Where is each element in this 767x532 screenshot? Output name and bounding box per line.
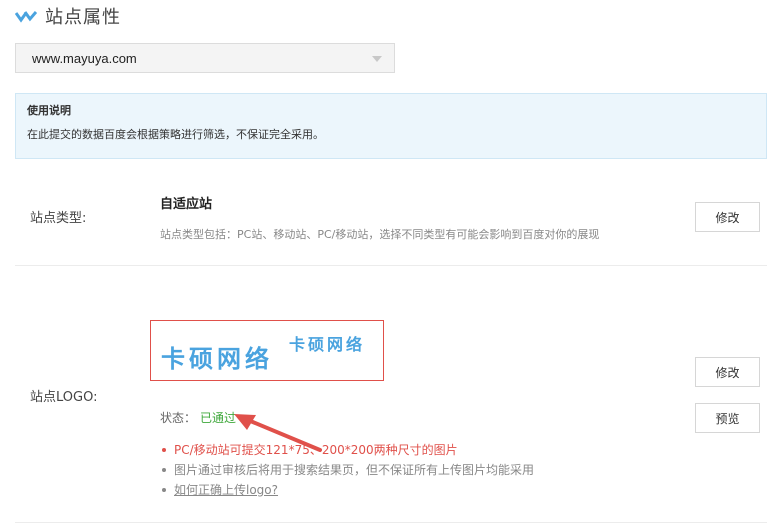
logo-status: 状态： 已通过 — [160, 409, 236, 426]
page-title: 站点属性 — [45, 7, 121, 28]
site-type-value: 自适应站 — [160, 197, 213, 212]
notice-text: 在此提交的数据百度会根据策略进行筛选，不保证完全采用。 — [27, 128, 324, 141]
site-type-description: 站点类型包括：PC站、移动站、PC/移动站，选择不同类型有可能会影响到百度对你的… — [160, 228, 600, 241]
list-item: PC/移动站可提交121*75、200*200两种尺寸的图片 — [160, 440, 534, 460]
site-select-value: www.mayuya.com — [32, 50, 137, 66]
brand-check-icon — [15, 11, 37, 23]
section-divider — [15, 265, 767, 266]
site-logo-label: 站点LOGO: — [30, 390, 98, 405]
site-logo-image: 卡硕网络 卡硕网络 — [150, 320, 384, 381]
logo-help-link[interactable]: 如何正确上传logo? — [174, 483, 278, 497]
list-item: 图片通过审核后将用于搜索结果页，但不保证所有上传图片均能采用 — [160, 460, 534, 480]
section-divider — [15, 522, 767, 523]
chevron-down-icon[interactable] — [372, 56, 382, 62]
site-type-label: 站点类型: — [30, 211, 87, 226]
logo-text-large: 卡硕网络 — [161, 345, 273, 373]
notice-title: 使用说明 — [27, 104, 71, 117]
page-header: 站点属性 — [15, 4, 121, 28]
site-logo-edit-button[interactable]: 修改 — [695, 357, 760, 387]
status-label: 状态： — [160, 411, 197, 425]
usage-notice: 使用说明 在此提交的数据百度会根据策略进行筛选，不保证完全采用。 — [15, 93, 767, 159]
list-item: 如何正确上传logo? — [160, 480, 534, 500]
logo-text-small: 卡硕网络 — [289, 335, 366, 354]
site-type-edit-button[interactable]: 修改 — [695, 202, 760, 232]
site-logo-preview-button[interactable]: 预览 — [695, 403, 760, 433]
logo-tips-list: PC/移动站可提交121*75、200*200两种尺寸的图片 图片通过审核后将用… — [160, 440, 534, 500]
site-select[interactable]: www.mayuya.com — [15, 43, 395, 73]
